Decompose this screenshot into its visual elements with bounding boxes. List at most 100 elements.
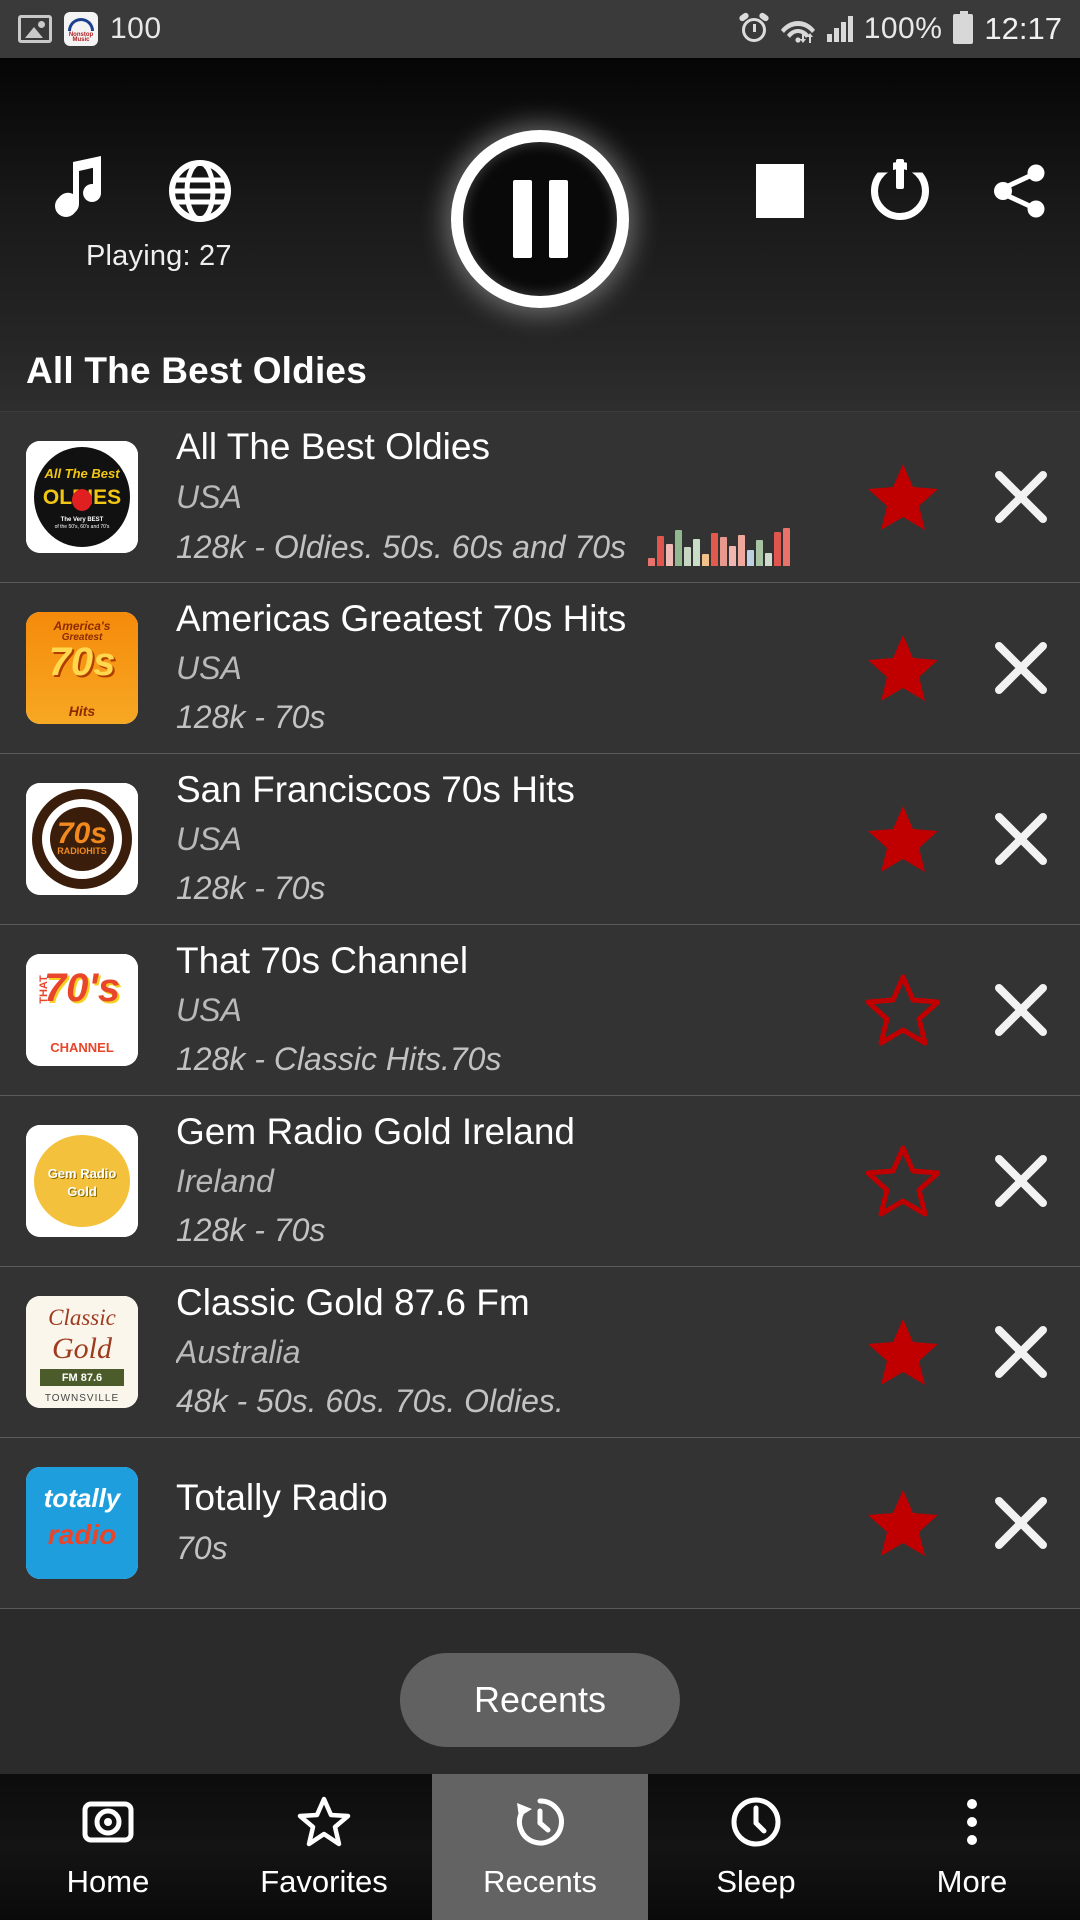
player-right-controls [720,146,1080,236]
globe-icon[interactable] [140,146,260,236]
star-outline-icon [297,1794,351,1850]
close-x-icon[interactable] [984,1144,1058,1218]
bottom-navigation[interactable]: Home Favorites Recents Sleep More [0,1773,1080,1920]
station-country: USA [176,821,242,858]
history-clock-icon [513,1794,567,1850]
station-description: 128k - 70s [176,1212,326,1249]
close-x-icon[interactable] [984,460,1058,534]
station-actions [866,1315,1058,1389]
station-name: Gem Radio Gold Ireland [176,1112,575,1152]
star-filled-icon[interactable] [866,1315,940,1389]
station-name: Totally Radio [176,1479,388,1518]
battery-percent: 100% [863,12,943,45]
station-actions [866,1486,1058,1560]
station-name: Classic Gold 87.6 Fm [176,1283,530,1323]
station-logo: Classic Gold FM 87.6 TOWNSVILLE [26,1296,138,1408]
station-actions [866,802,1058,876]
star-filled-icon[interactable] [866,1486,940,1560]
station-row[interactable]: All The BestOLDIESThe Very BESTof the 50… [0,412,1080,583]
station-country: USA [176,992,242,1029]
player-bar: Playing: 27 [0,58,1080,330]
now-playing-title: All The Best Oldies [0,330,1080,412]
station-row[interactable]: America's Greatest 70s Hits Americas Greates… [0,583,1080,754]
nav-item-recents[interactable]: Recents [432,1774,648,1920]
nav-label: Recents [483,1864,597,1899]
station-logo: 70s RADIOHITS [26,783,138,895]
station-description: 128k - 70s [176,699,326,736]
station-name: That 70s Channel [176,941,469,981]
station-description: 128k - Classic Hits.70s [176,1041,502,1078]
close-x-icon[interactable] [984,802,1058,876]
playing-count-label: Playing: 27 [86,240,232,272]
star-filled-icon[interactable] [866,631,940,705]
station-row[interactable]: 70s RADIOHITS San Franciscos 70s Hits USA 12… [0,754,1080,925]
station-actions [866,973,1058,1047]
equalizer-animation [648,527,791,566]
close-x-icon[interactable] [984,1315,1058,1389]
station-meta: Totally Radio 70s [138,1479,866,1567]
station-description: 70s [176,1529,228,1566]
status-bar: Nonstop Music 100 100% 12:17 [0,0,1080,58]
station-country: Ireland [176,1163,274,1200]
nav-item-sleep[interactable]: Sleep [648,1774,864,1920]
station-row[interactable]: THAT 70's CHANNEL That 70s Channel USA 128k -… [0,925,1080,1096]
close-x-icon[interactable] [984,973,1058,1047]
station-actions [866,1144,1058,1218]
close-x-icon[interactable] [984,1486,1058,1560]
radio-icon [82,1794,134,1850]
station-description: 48k - 50s. 60s. 70s. Oldies. [176,1383,564,1420]
station-description: 128k - 70s [176,870,326,907]
gallery-icon [18,15,52,43]
stop-icon[interactable] [720,146,840,236]
status-bar-right: 100% 12:17 [737,11,1062,47]
power-icon[interactable] [840,146,960,236]
nav-item-favorites[interactable]: Favorites [216,1774,432,1920]
station-actions [866,631,1058,705]
nonstop-line2: Music [72,37,90,43]
nonstop-music-icon: Nonstop Music [64,12,98,46]
star-outline-icon[interactable] [866,973,940,1047]
station-meta: Gem Radio Gold Ireland Ireland 128k - 70s [138,1113,866,1250]
station-country: USA [176,650,242,687]
station-meta: That 70s Channel USA 128k - Classic Hits.7… [138,942,866,1079]
toast-message: Recents [399,1653,681,1747]
toast-text: Recents [473,1679,607,1720]
station-meta: All The Best Oldies USA 128k - Oldies. 50s… [138,428,866,566]
status-bar-left: Nonstop Music 100 [18,12,162,46]
pause-icon [451,130,629,308]
music-note-icon[interactable] [20,146,140,236]
battery-icon [953,11,974,44]
station-name: All The Best Oldies [176,428,490,467]
nav-item-more[interactable]: More [864,1774,1080,1920]
station-meta: San Franciscos 70s Hits USA 128k - 70s [138,771,866,908]
station-list[interactable]: All The BestOLDIESThe Very BESTof the 50… [0,412,1080,1609]
station-row[interactable]: Classic Gold FM 87.6 TOWNSVILLE Classic Gold… [0,1267,1080,1438]
overflow-dots-icon [962,1794,982,1850]
clock-time: 12:17 [984,11,1062,46]
notification-count: 100 [110,12,162,45]
cellular-signal-icon [826,16,853,42]
clock-icon [729,1794,783,1850]
star-filled-icon[interactable] [866,802,940,876]
station-description: 128k - Oldies. 50s. 60s and 70s [176,527,866,566]
share-icon[interactable] [960,146,1080,236]
star-filled-icon[interactable] [866,460,940,534]
nav-label: More [936,1864,1008,1899]
station-country: Australia [176,1334,301,1371]
wifi-icon [780,21,815,43]
pause-button[interactable] [451,130,629,308]
station-country: USA [176,478,242,515]
nav-item-home[interactable]: Home [0,1774,216,1920]
nav-label: Sleep [716,1864,796,1899]
station-logo: All The BestOLDIESThe Very BESTof the 50… [26,441,138,553]
station-logo: THAT 70's CHANNEL [26,954,138,1066]
alarm-icon [737,11,770,44]
nav-label: Favorites [260,1864,388,1899]
station-actions [866,460,1058,534]
star-outline-icon[interactable] [866,1144,940,1218]
nav-label: Home [66,1864,150,1899]
station-row[interactable]: Gem Radio Gold Gem Radio Gold Ireland Irela… [0,1096,1080,1267]
station-row[interactable]: totally radio Totally Radio 70s [0,1438,1080,1609]
close-x-icon[interactable] [984,631,1058,705]
station-meta: Americas Greatest 70s Hits USA 128k - 70s [138,600,866,737]
